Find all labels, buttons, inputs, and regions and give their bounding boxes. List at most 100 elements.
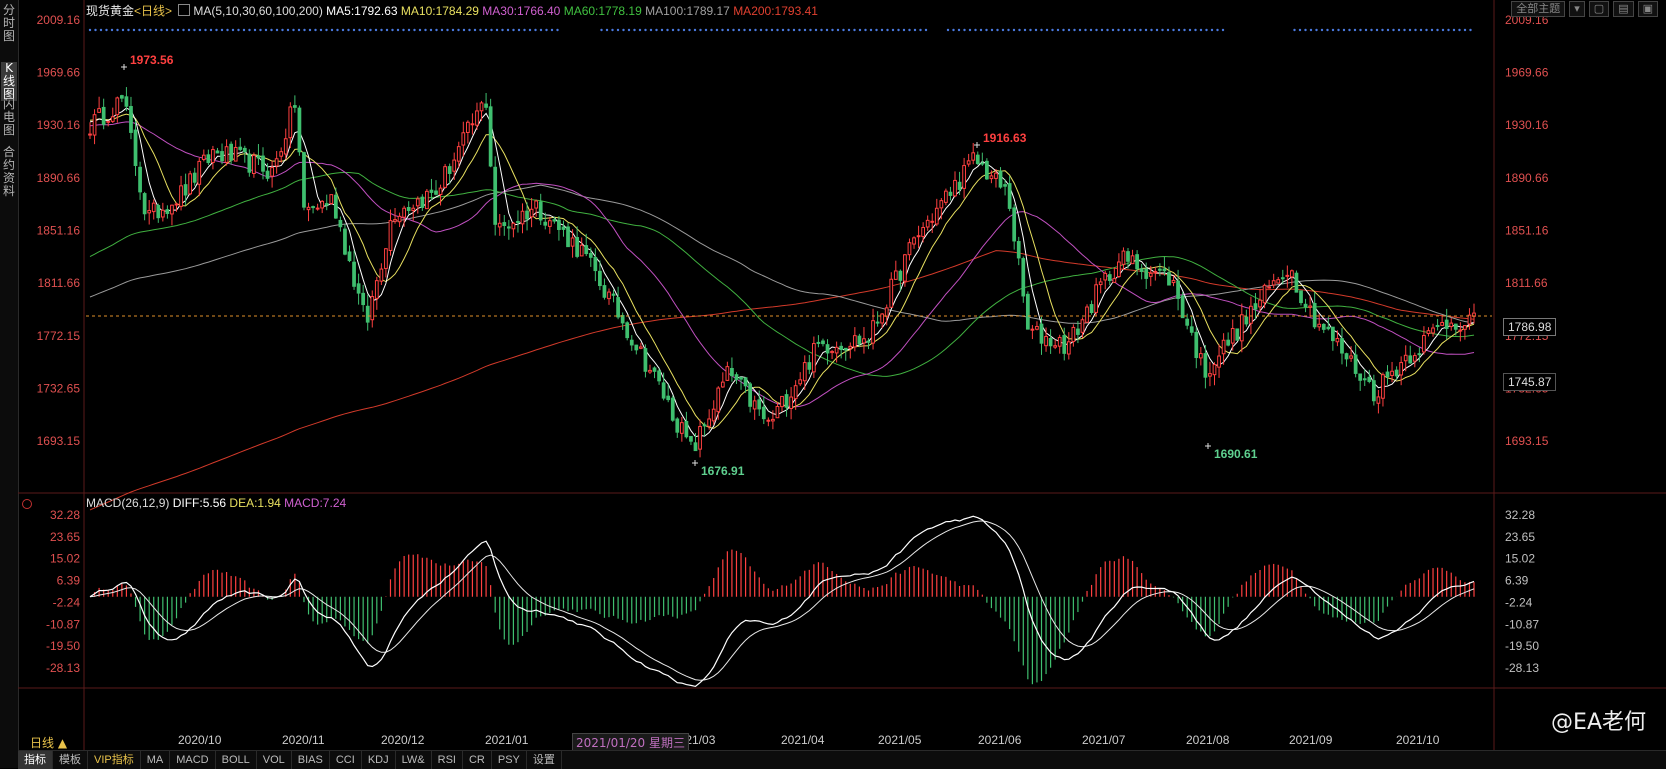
signal-dot: [1348, 28, 1351, 32]
macd-settings-icon[interactable]: [22, 499, 32, 509]
indicator-tab-1[interactable]: 模板: [53, 751, 88, 769]
signal-dot: [798, 28, 801, 32]
signal-dot: [242, 28, 246, 32]
candle-body: [256, 155, 261, 159]
candle-body: [730, 367, 734, 377]
close-icon[interactable]: ▣: [1637, 1, 1658, 17]
candle-body: [479, 102, 484, 112]
ma60-line: [89, 172, 1475, 377]
layout-icon[interactable]: ▤: [1613, 1, 1634, 17]
signal-dot: [781, 28, 785, 32]
macd-axis-label-left: -28.13: [46, 661, 80, 675]
candle-body: [215, 150, 220, 154]
candle-body: [497, 222, 502, 228]
signal-dot: [946, 28, 950, 32]
candle-body: [1053, 345, 1058, 348]
signal-dot: [88, 28, 92, 32]
chevron-down-icon[interactable]: ▾: [1569, 1, 1585, 17]
candle-body: [743, 377, 748, 387]
signal-dot: [869, 28, 873, 32]
candle-body: [488, 106, 493, 167]
candle-body: [648, 369, 652, 373]
candle-body: [720, 381, 725, 388]
candle-body: [1107, 274, 1112, 282]
signal-dot: [1320, 28, 1324, 32]
period-label[interactable]: <日线>: [134, 4, 172, 18]
signal-dot: [545, 28, 548, 32]
candle-body: [415, 198, 420, 207]
signal-dot: [253, 28, 257, 32]
macd-axis-label-right: 6.39: [1505, 574, 1529, 588]
signal-dot: [193, 28, 196, 32]
signal-dot: [187, 28, 191, 32]
macd-axis-label-left: 32.28: [50, 508, 80, 522]
signal-dot: [952, 28, 955, 32]
candle-body: [1340, 338, 1344, 354]
signal-dot: [693, 28, 697, 32]
candle-body: [311, 206, 315, 209]
ma30-value: MA30:1766.40: [482, 4, 561, 18]
candle-body: [1267, 286, 1272, 289]
price-axis-label-left: 1969.66: [37, 66, 81, 80]
candle-body: [1153, 270, 1158, 273]
candle-body: [579, 244, 584, 257]
period-toggle[interactable]: 日线 ▲: [30, 734, 67, 751]
indicator-tab-13[interactable]: PSY: [492, 751, 527, 769]
indicator-tab-9[interactable]: KDJ: [362, 751, 396, 769]
signal-dot: [1078, 28, 1082, 32]
candle-body: [934, 207, 939, 225]
signal-dot: [1029, 28, 1032, 32]
signal-dot: [1469, 28, 1472, 32]
x-tick-label: 2021/07: [1082, 733, 1126, 747]
candle-body: [420, 196, 425, 208]
signal-dot: [1331, 28, 1335, 32]
candle-body: [270, 167, 274, 177]
theme-select[interactable]: 全部主题: [1511, 1, 1566, 17]
minimize-icon[interactable]: ▢: [1588, 1, 1610, 17]
candle-body: [1394, 369, 1399, 377]
indicator-tab-2[interactable]: VIP指标: [88, 751, 141, 769]
signal-dot: [1337, 28, 1340, 32]
candle-body: [1390, 370, 1394, 376]
signal-dot: [671, 28, 675, 32]
indicator-tab-8[interactable]: CCI: [330, 751, 362, 769]
indicator-tab-5[interactable]: BOLL: [216, 751, 257, 769]
signal-dot: [1447, 28, 1450, 32]
signal-dot: [644, 28, 647, 32]
indicator-tab-7[interactable]: BIAS: [292, 751, 330, 769]
candle-body: [761, 406, 766, 420]
indicator-tab-14[interactable]: 设置: [527, 751, 562, 769]
signal-dot: [699, 28, 702, 32]
chart-canvas[interactable]: 2009.16 2009.161969.66 1969.661930.16 1930.…: [0, 0, 1666, 750]
candle-body: [343, 228, 347, 255]
candle-body: [912, 237, 916, 245]
signal-dot: [550, 28, 554, 32]
indicator-tab-0[interactable]: 指标: [18, 751, 53, 769]
candle-body: [557, 219, 561, 230]
ma200-value: MA200:1793.41: [733, 4, 818, 18]
signal-dot: [1199, 28, 1203, 32]
signal-dot: [1210, 28, 1214, 32]
indicator-tab-11[interactable]: RSI: [432, 751, 463, 769]
candle-body: [643, 348, 648, 372]
candle-body: [1094, 284, 1099, 313]
candle-body: [1235, 328, 1240, 341]
candle-body: [165, 209, 170, 214]
indicator-tab-12[interactable]: CR: [463, 751, 492, 769]
candle-body: [561, 226, 566, 230]
indicator-tab-3[interactable]: MA: [141, 751, 171, 769]
candle-body: [634, 344, 639, 351]
candle-body: [1349, 355, 1353, 359]
candle-body: [839, 345, 844, 351]
candle-body: [315, 207, 320, 210]
signal-dot: [275, 28, 279, 32]
candle-body: [1344, 353, 1349, 360]
indicator-tab-4[interactable]: MACD: [170, 751, 216, 769]
indicator-tab-bar: 指标 模板 VIP指标 MA MACD BOLL VOL BIAS CCI KDJ LW& RSI CR…: [18, 750, 1666, 769]
indicator-tab-10[interactable]: LW&: [396, 751, 432, 769]
signal-dot: [902, 28, 906, 32]
indicator-tab-6[interactable]: VOL: [257, 751, 292, 769]
signal-dot: [429, 28, 433, 32]
ma-settings-icon[interactable]: [178, 4, 191, 16]
signal-dot: [809, 28, 812, 32]
